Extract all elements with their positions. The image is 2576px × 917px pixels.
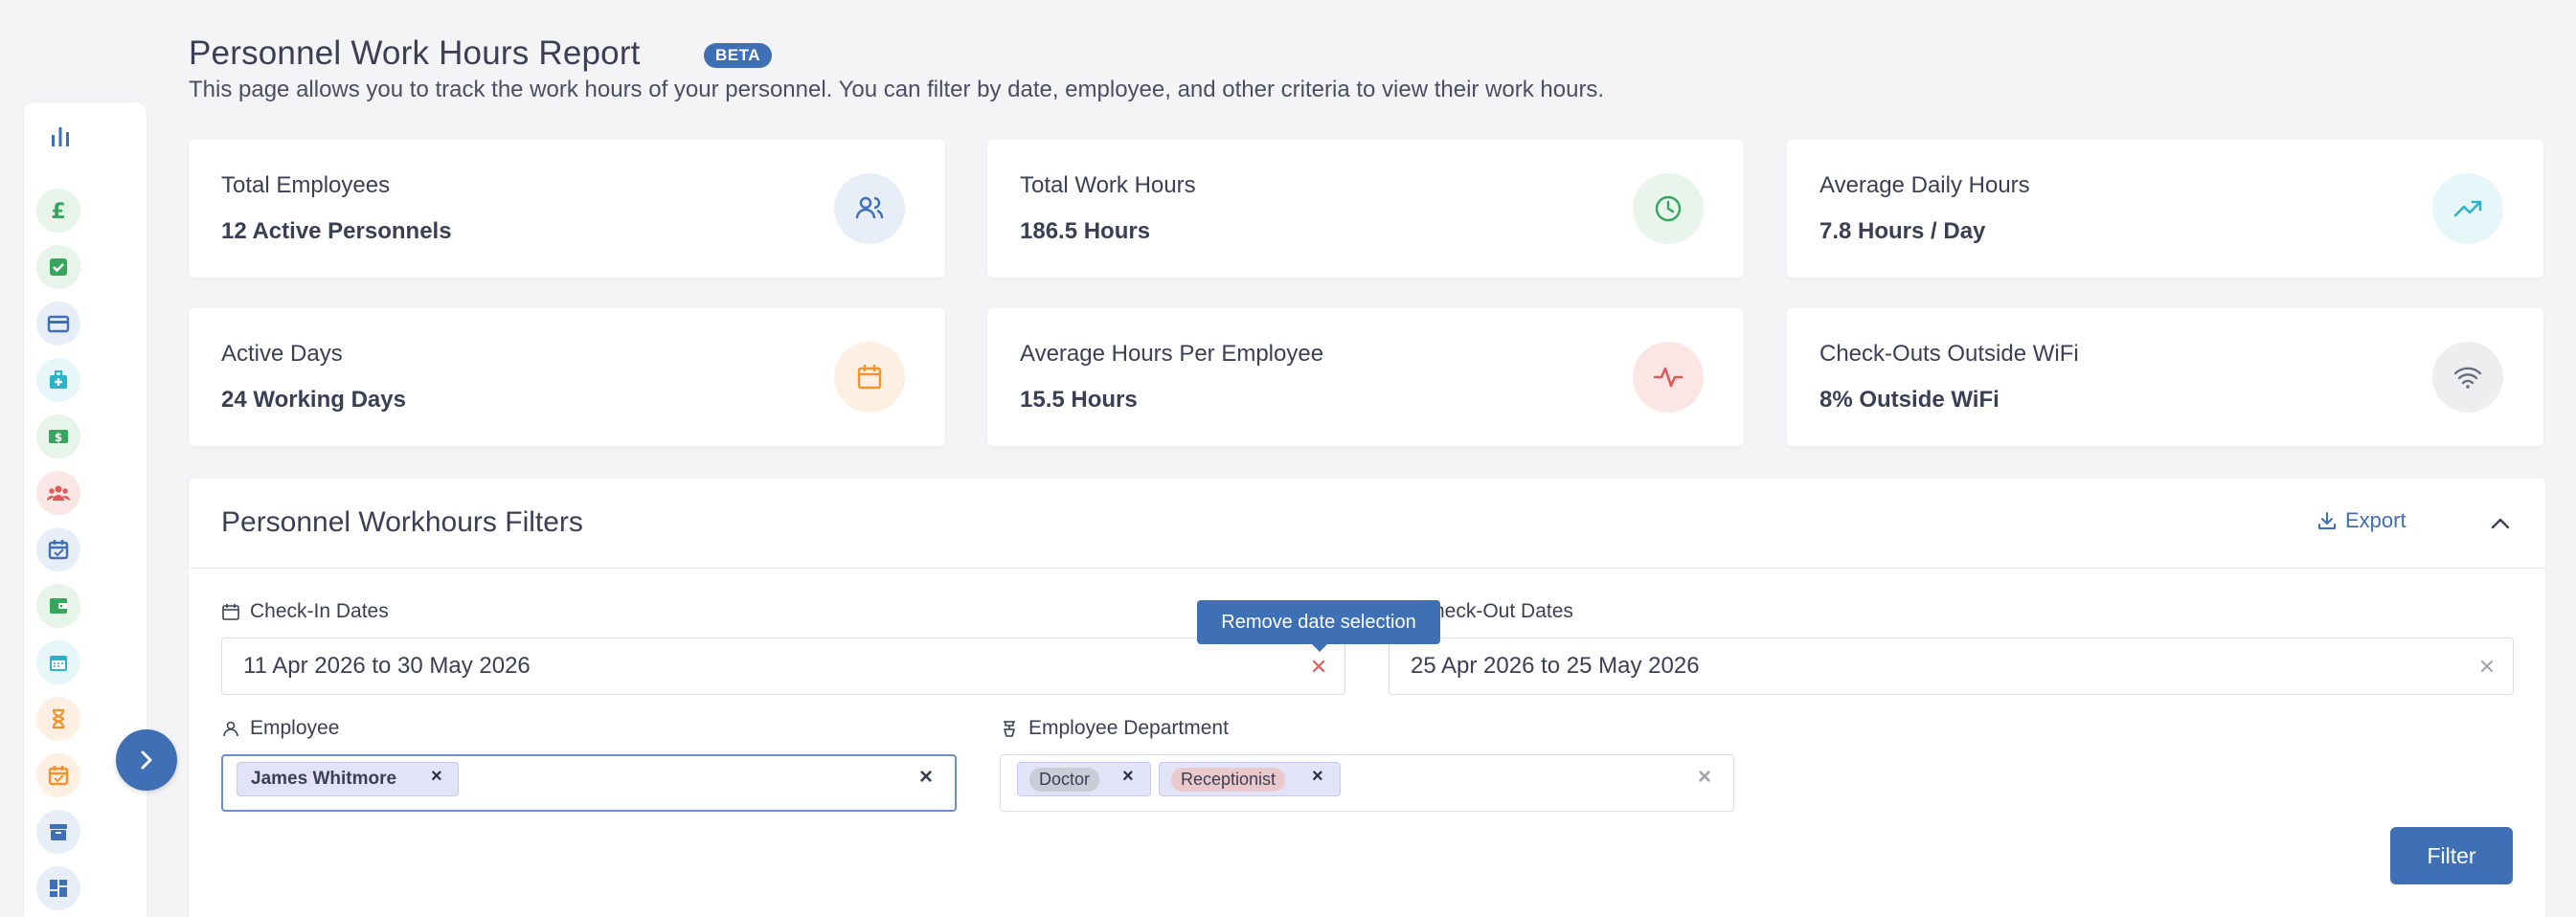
calendar-icon [222,604,239,620]
clock-icon [1633,173,1704,244]
activity-icon [1633,342,1704,413]
stat-label: Average Hours Per Employee [1020,341,1324,367]
hourglass-icon[interactable] [36,697,80,741]
checkin-date-input[interactable]: 11 Apr 2026 to 30 May 2026 [221,637,1345,695]
clear-checkout-icon[interactable] [2476,656,2497,677]
stat-label: Average Daily Hours [1819,172,2030,198]
clear-employee-icon[interactable]: × [919,764,933,791]
department-label: Employee Department [1000,717,1229,740]
stat-value: 8% Outside WiFi [1819,387,2000,413]
remove-doctor-chip-icon[interactable]: × [1122,766,1134,788]
filters-panel: Personnel Workhours Filters Export [189,479,2545,917]
wifi-icon [2432,342,2503,413]
archive-icon[interactable] [36,810,80,854]
stat-value: 186.5 Hours [1020,218,1151,244]
filter-button[interactable]: Filter [2390,827,2513,884]
stat-card-average-hours-per-employee: Average Hours Per Employee 15.5 Hours [987,308,1744,446]
chevron-right-icon [141,750,152,770]
panel-divider [189,568,2545,569]
checkout-label: heck-Out Dates [1434,600,1573,622]
wallet-icon[interactable] [36,584,80,628]
stat-card-total-employees: Total Employees 12 Active Personnels [189,140,945,278]
users-icon [834,173,905,244]
stat-card-active-days: Active Days 24 Working Days [189,308,945,446]
stat-card-checkouts-outside-wifi: Check-Outs Outside WiFi 8% Outside WiFi [1787,308,2543,446]
stat-value: 24 Working Days [221,387,406,413]
checkout-date-input[interactable]: 25 Apr 2026 to 25 May 2026 [1389,637,2514,695]
stat-label: Total Work Hours [1020,172,1196,198]
stat-value: 15.5 Hours [1020,387,1138,413]
svg-text:$: $ [55,431,62,444]
page-title: Personnel Work Hours Report [189,34,641,72]
department-icon [1004,721,1015,737]
checkin-date-value: 11 Apr 2026 to 30 May 2026 [243,653,531,679]
checkin-label: Check-In Dates [221,600,389,623]
stat-label: Check-Outs Outside WiFi [1819,341,2079,367]
beta-badge: BETA [704,43,773,68]
stat-value: 7.8 Hours / Day [1819,218,1986,244]
bar-chart-icon[interactable] [46,122,75,150]
pound-icon[interactable]: £ [36,189,80,233]
export-label: Export [2345,508,2407,532]
filters-title: Personnel Workhours Filters [221,506,583,538]
employee-chip: James Whitmore [237,762,459,796]
page-description: This page allows you to track the work h… [189,77,1605,102]
calendar-clock-icon[interactable] [36,753,80,797]
stat-card-average-daily-hours: Average Daily Hours 7.8 Hours / Day [1787,140,2543,278]
calendar-icon[interactable] [36,640,80,684]
stat-label: Total Employees [221,172,391,198]
trending-up-icon [2432,173,2503,244]
remove-employee-chip-icon[interactable]: × [431,766,442,788]
user-icon [223,721,238,737]
medical-bag-icon[interactable] [36,358,80,402]
chevron-up-icon[interactable] [2487,510,2514,537]
credit-card-icon[interactable] [36,302,80,346]
checkout-date-value: 25 Apr 2026 to 25 May 2026 [1411,653,1700,679]
stat-card-total-work-hours: Total Work Hours 186.5 Hours [987,140,1744,278]
stat-value: 12 Active Personnels [221,218,452,244]
employee-label: Employee [221,717,339,740]
dashboard-icon[interactable] [36,866,80,910]
remove-receptionist-chip-icon[interactable]: × [1312,766,1323,788]
cash-icon[interactable]: $ [36,414,80,458]
download-icon [2318,512,2336,529]
export-button[interactable]: Export [2316,508,2407,533]
calendar-check-icon[interactable] [36,527,80,571]
clear-checkin-icon[interactable] [1308,656,1329,677]
clear-department-icon[interactable]: × [1698,764,1711,791]
checklist-icon[interactable] [36,245,80,289]
stat-label: Active Days [221,341,343,367]
calendar-icon [834,342,905,413]
remove-date-tooltip: Remove date selection [1197,600,1440,652]
expand-sidebar-button[interactable] [116,729,177,791]
team-icon[interactable] [36,471,80,515]
svg-text:£: £ [51,200,65,223]
